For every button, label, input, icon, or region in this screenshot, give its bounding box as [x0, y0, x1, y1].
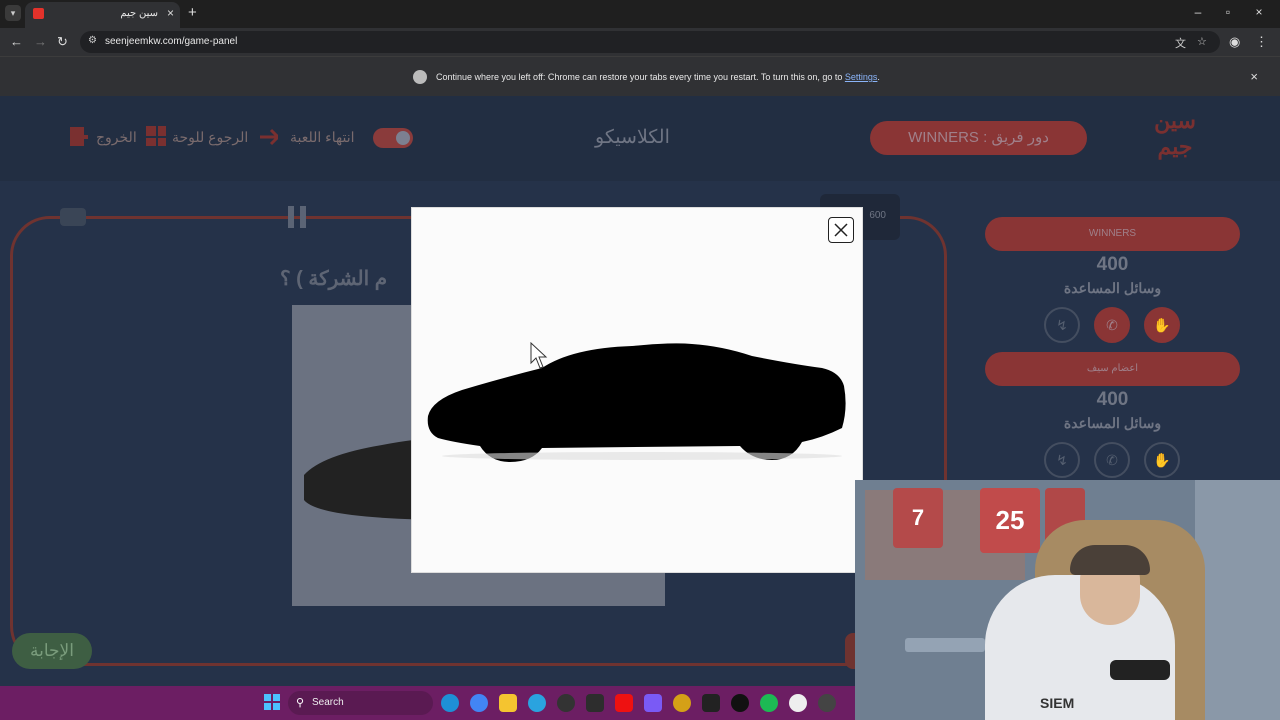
- profile-icon[interactable]: ◉: [1229, 34, 1240, 50]
- maximize-icon[interactable]: ▫: [1218, 5, 1238, 19]
- chrome-logo-icon: [413, 70, 427, 84]
- search-icon: ⚲: [296, 697, 305, 709]
- chatgpt-icon[interactable]: [789, 694, 807, 712]
- site-info-icon[interactable]: ⚙: [88, 35, 97, 46]
- category-title: الكلاسيكو: [595, 127, 670, 148]
- forward-arrow-icon[interactable]: →: [34, 34, 47, 49]
- chrome-icon[interactable]: [470, 694, 488, 712]
- modal-close-button[interactable]: [828, 217, 854, 243]
- end-game-arrow-icon: [260, 128, 278, 146]
- settings-link[interactable]: Settings: [845, 72, 878, 82]
- seenjeem-logo: سين جيم: [1154, 108, 1196, 159]
- reload-icon[interactable]: ↻: [57, 34, 68, 50]
- infobar-message: Continue where you left off: Chrome can …: [436, 72, 880, 82]
- app-yellow-icon[interactable]: [673, 694, 691, 712]
- translate-icon[interactable]: 文: [1175, 35, 1186, 51]
- team-score: 400: [1096, 254, 1129, 275]
- url-text: seenjeemkw.com/game-panel: [105, 36, 238, 47]
- browser-tab-strip: ▾ سين جيم × + – ▫ ×: [0, 0, 1280, 28]
- spotify-icon[interactable]: [760, 694, 778, 712]
- app-red-icon[interactable]: [615, 694, 633, 712]
- pause-icon[interactable]: [288, 206, 310, 228]
- game-header: الخروج الرجوع للوحة انتهاء اللعبة الكلاس…: [0, 96, 1280, 181]
- timer-toggle[interactable]: [373, 128, 413, 148]
- microphone: [1110, 660, 1170, 680]
- hand-aid-icon[interactable]: ✋: [1144, 442, 1180, 478]
- car-silhouette-image: [427, 343, 846, 462]
- bookmark-star-icon[interactable]: ☆: [1197, 35, 1207, 48]
- image-modal: [411, 207, 863, 573]
- address-bar[interactable]: ⚙ seenjeemkw.com/game-panel 文 ☆: [80, 31, 1220, 53]
- answer-button[interactable]: الإجابة: [12, 633, 92, 669]
- double-points-aid-icon[interactable]: ↯: [1044, 442, 1080, 478]
- webcam-overlay: 7 25 SIEM: [855, 480, 1280, 720]
- telegram-icon[interactable]: [528, 694, 546, 712]
- app-grid-icon[interactable]: [702, 694, 720, 712]
- close-icon: [834, 223, 848, 237]
- tab-close-icon[interactable]: ×: [167, 6, 174, 20]
- question-text: م الشركة ) ؟: [280, 268, 388, 290]
- tab-title: سين جيم: [120, 8, 158, 19]
- shirt-text: SIEM: [1040, 695, 1075, 711]
- browser-toolbar: ← → ↻ ⚙ seenjeemkw.com/game-panel 文 ☆ ◉ …: [0, 28, 1280, 56]
- phone-call-aid-icon[interactable]: ✆: [1094, 307, 1130, 343]
- webcam-shelves-right: [1195, 480, 1280, 720]
- stream-deck-device: [905, 638, 985, 652]
- timer-chip: [60, 208, 86, 226]
- aids-label: وسائل المساعدة: [1063, 280, 1162, 296]
- streamer-cap: [1070, 545, 1150, 575]
- browser-tab[interactable]: سين جيم ×: [25, 2, 180, 28]
- edge-icon[interactable]: [441, 694, 459, 712]
- aids-label: وسائل المساعدة: [1063, 415, 1162, 431]
- window-close-icon[interactable]: ×: [1249, 5, 1269, 19]
- exit-button[interactable]: الخروج: [96, 129, 137, 146]
- exit-door-icon: [70, 127, 88, 146]
- search-placeholder: Search: [312, 697, 344, 708]
- app-purple-icon[interactable]: [644, 694, 662, 712]
- back-arrow-icon[interactable]: ←: [10, 34, 23, 49]
- team-name-badge: اعضام سيف: [985, 352, 1240, 386]
- double-points-aid-icon[interactable]: ↯: [1044, 307, 1080, 343]
- back-to-board-button[interactable]: الرجوع للوحة: [172, 129, 248, 146]
- menu-kebab-icon[interactable]: ⋮: [1255, 34, 1268, 50]
- windows-taskbar: ⚲ Search: [0, 686, 855, 720]
- team-name-badge: WINNERS: [985, 217, 1240, 251]
- taskbar-search[interactable]: ⚲ Search: [288, 691, 433, 715]
- team-turn-badge: دور فريق : WINNERS: [870, 121, 1087, 155]
- speedometer-icon[interactable]: [731, 694, 749, 712]
- hand-aid-icon[interactable]: ✋: [1144, 307, 1180, 343]
- board-grid-icon: [146, 126, 166, 146]
- new-tab-icon[interactable]: +: [188, 4, 197, 21]
- site-favicon-icon: [33, 8, 44, 19]
- phone-call-aid-icon[interactable]: ✆: [1094, 442, 1130, 478]
- mouse-cursor-icon: [530, 342, 548, 369]
- app-icon[interactable]: [586, 694, 604, 712]
- windows-start-icon[interactable]: [264, 694, 280, 710]
- restore-tabs-infobar: Continue where you left off: Chrome can …: [0, 56, 1280, 96]
- infobar-close-icon[interactable]: ×: [1250, 69, 1258, 84]
- tab-search-icon[interactable]: ▾: [5, 5, 21, 21]
- minimize-icon[interactable]: –: [1188, 5, 1208, 19]
- file-explorer-icon[interactable]: [499, 694, 517, 712]
- framed-jersey: 25: [980, 488, 1040, 553]
- obs-icon[interactable]: [557, 694, 575, 712]
- team-score: 400: [1096, 389, 1129, 410]
- toggle-knob: [396, 131, 410, 145]
- app-notify-icon[interactable]: [818, 694, 836, 712]
- end-game-button[interactable]: انتهاء اللعبة: [290, 129, 354, 146]
- framed-jersey: 7: [893, 488, 943, 548]
